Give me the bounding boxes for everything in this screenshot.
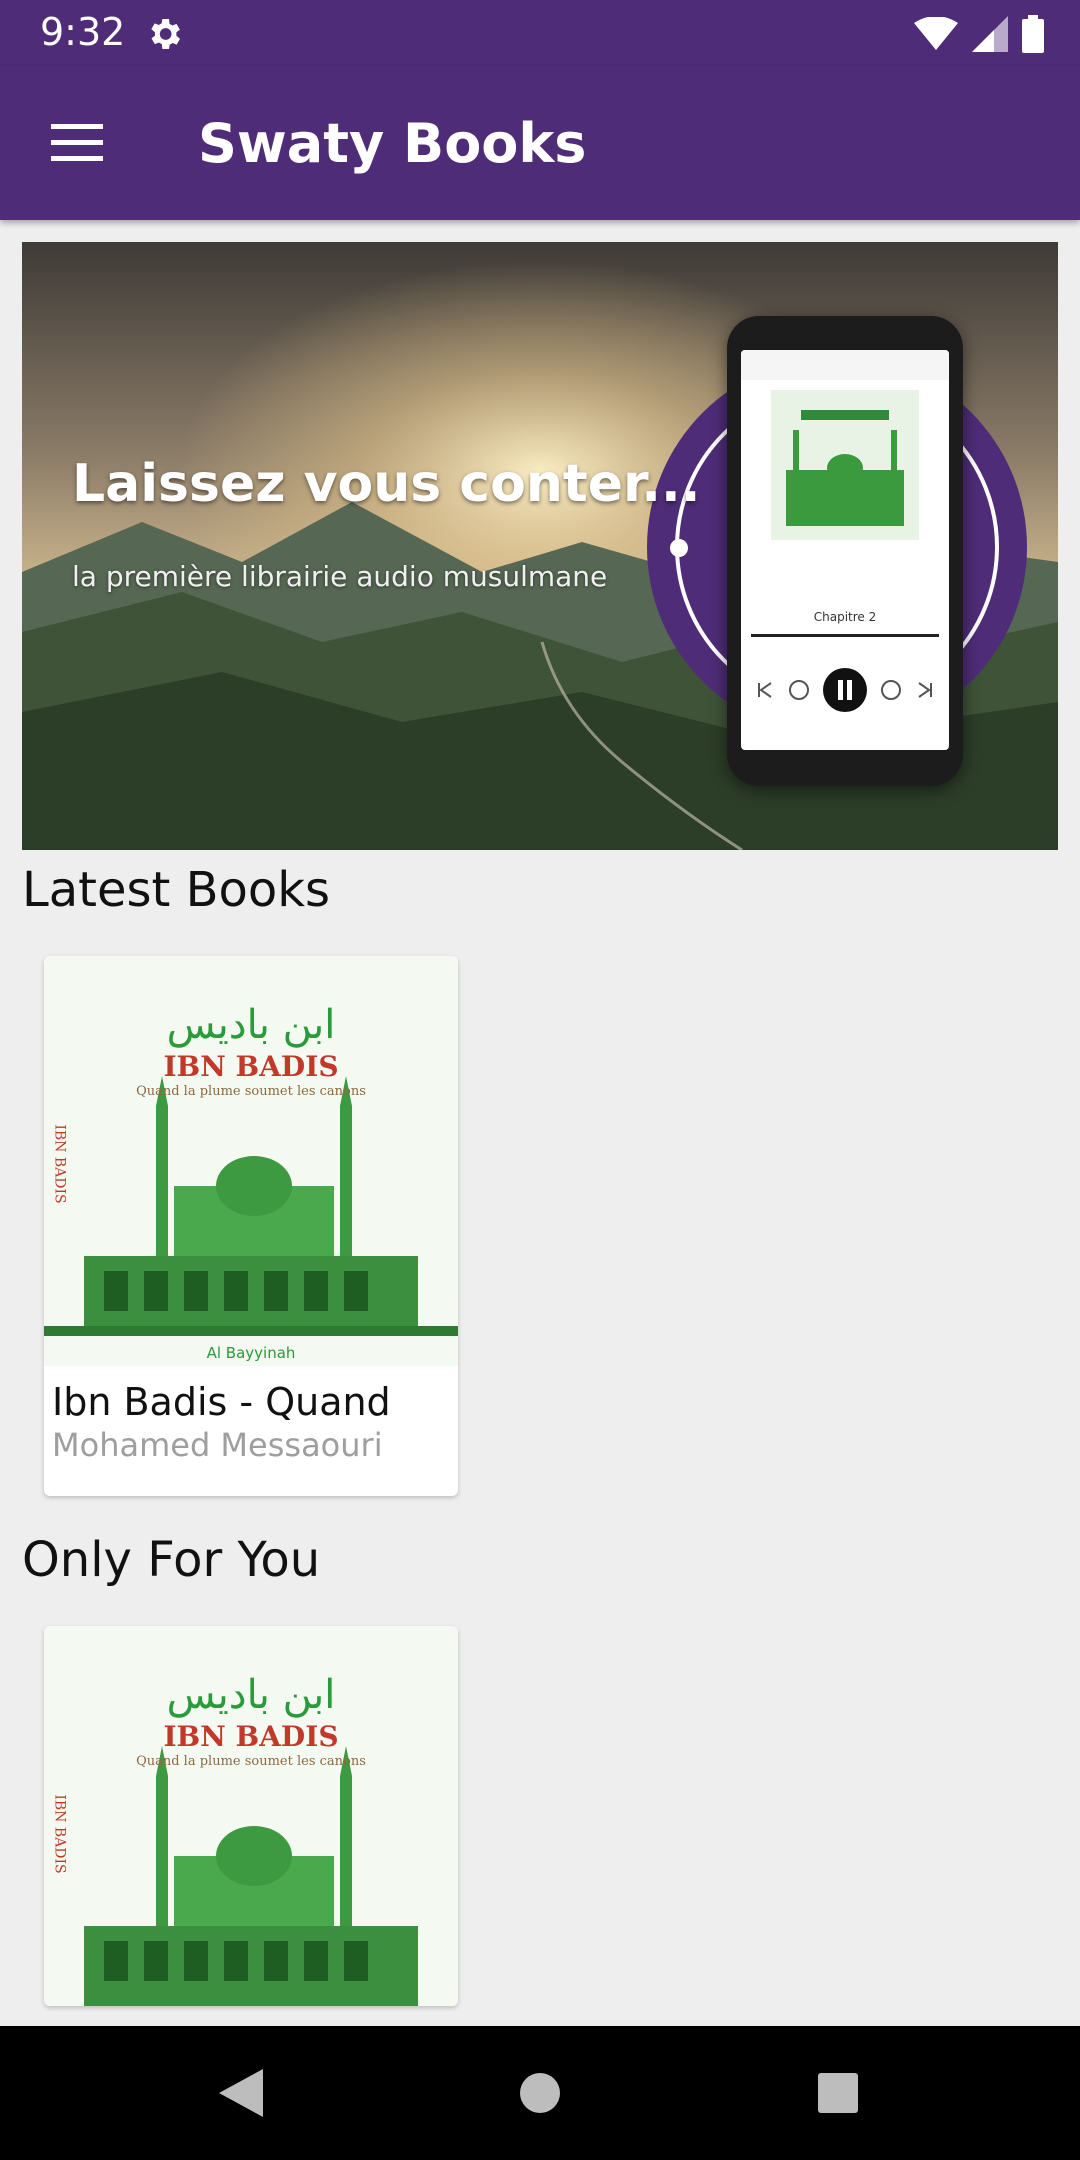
recents-button[interactable] (805, 2060, 871, 2126)
cover-tagline: Quand la plume soumet les canons (136, 1084, 366, 1099)
home-button[interactable] (507, 2060, 573, 2126)
recents-square-icon (818, 2073, 858, 2113)
status-bar: 9:32 (0, 0, 1080, 66)
banner-subtitle: la première librairie audio musulmane (72, 560, 608, 593)
latest-books-title: Latest Books (22, 862, 331, 918)
home-circle-icon (520, 2073, 560, 2113)
cover-latin-title: IBN BADIS (163, 1720, 339, 1753)
cover-arabic-title: ابن باديس (166, 1002, 336, 1048)
book-cover: ابن باديس IBN BADIS Quand la plume soume… (44, 1626, 458, 2006)
app-title: Swaty Books (198, 112, 587, 175)
phone-screen: Chapitre 2 (741, 350, 949, 750)
signal-icon (972, 16, 1008, 52)
cover-tagline: Quand la plume soumet les canons (136, 1754, 366, 1769)
back-triangle-icon (219, 2069, 263, 2117)
menu-button[interactable] (34, 110, 120, 176)
book-card-only-for-you[interactable]: ابن باديس IBN BADIS Quand la plume soume… (44, 1626, 458, 2006)
back-button[interactable] (208, 2060, 274, 2126)
book-card-ibn-badis[interactable]: ابن باديس IBN BADIS Quand la plume soume… (44, 956, 458, 1496)
only-for-you-title: Only For You (22, 1532, 321, 1588)
status-time: 9:32 (40, 10, 126, 54)
phone-screen-illustration (741, 350, 949, 712)
phone-mockup: Chapitre 2 (727, 316, 963, 786)
phone-chapter-label: Chapitre 2 (813, 610, 877, 624)
hamburger-menu-icon (51, 124, 103, 161)
system-nav-bar (0, 2026, 1080, 2160)
cover-spine-text: IBN BADIS (51, 1124, 68, 1204)
book-author: Mohamed Messaouri (52, 1426, 383, 1464)
battery-icon (1022, 15, 1044, 53)
cover-publisher: Al Bayyinah (206, 1344, 296, 1362)
promo-banner[interactable]: Laissez vous conter... la première libra… (22, 242, 1058, 850)
cover-spine-text: IBN BADIS (51, 1794, 68, 1874)
banner-title: Laissez vous conter... (72, 454, 701, 514)
app-bar: Swaty Books (0, 66, 1080, 220)
wifi-icon (914, 17, 958, 50)
cover-latin-title: IBN BADIS (163, 1050, 339, 1083)
book-cover: ابن باديس IBN BADIS Quand la plume soume… (44, 956, 458, 1366)
settings-gear-icon (151, 19, 180, 49)
book-title: Ibn Badis - Quand (52, 1380, 391, 1424)
cover-arabic-title: ابن باديس (166, 1672, 336, 1718)
